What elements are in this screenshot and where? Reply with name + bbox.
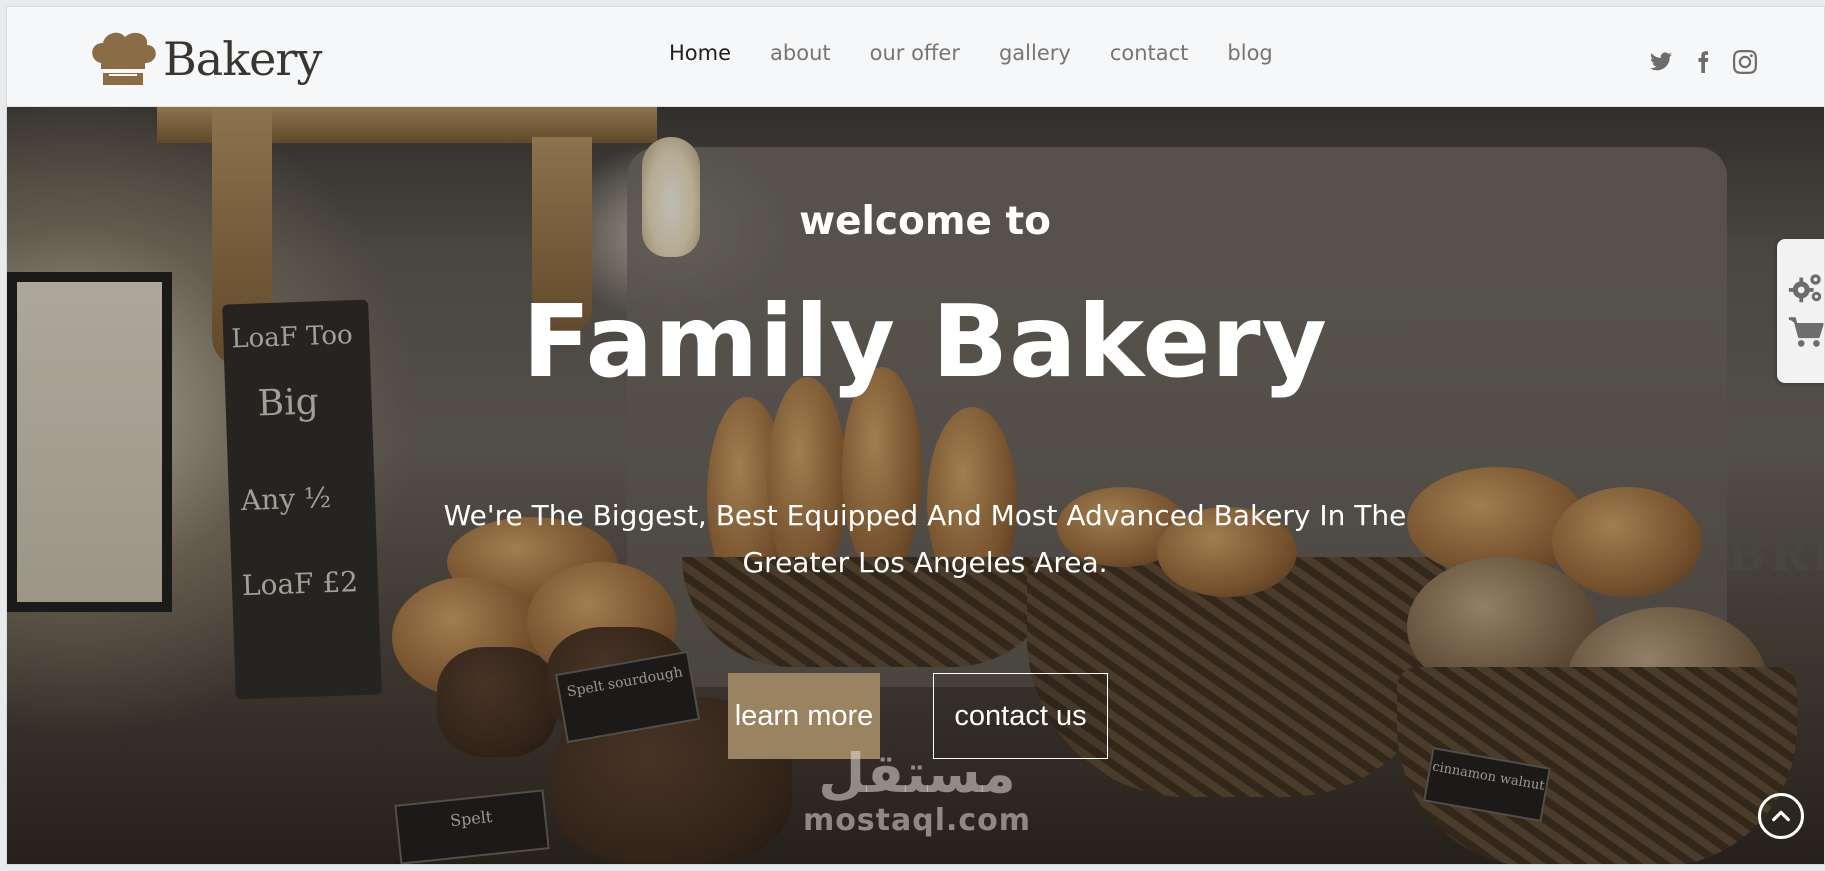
logo[interactable]: Bakery: [87, 29, 322, 89]
facebook-icon[interactable]: [1691, 50, 1715, 74]
nav-gallery[interactable]: gallery: [999, 41, 1071, 65]
mostaql-watermark: مستقل mostaql.com: [802, 745, 1032, 839]
site-header: Bakery Home about our offer gallery cont…: [7, 7, 1824, 107]
hero-subtitle: We're The Biggest, Best Equipped And Mos…: [443, 499, 1407, 579]
chef-hat-icon: [92, 32, 156, 85]
twitter-icon[interactable]: [1649, 50, 1673, 74]
watermark-latin: mostaql.com: [802, 803, 1032, 838]
shopping-cart-icon[interactable]: [1787, 315, 1825, 349]
nav-blog[interactable]: blog: [1227, 41, 1272, 65]
nav-contact[interactable]: contact: [1110, 41, 1189, 65]
brand-name: Bakery: [163, 32, 322, 86]
scroll-to-top-button[interactable]: [1758, 793, 1804, 839]
hero-title: Family Bakery: [522, 283, 1328, 400]
browser-viewport: Bakery Home about our offer gallery cont…: [6, 6, 1825, 865]
nav-about[interactable]: about: [770, 41, 831, 65]
watermark-arabic: مستقل: [818, 742, 1016, 805]
nav-our-offer[interactable]: our offer: [870, 41, 960, 65]
social-links: [1649, 50, 1757, 74]
hero-welcome: welcome to: [799, 199, 1051, 244]
chevron-up-icon: [1772, 810, 1790, 822]
main-nav: Home about our offer gallery contact blo…: [669, 41, 1273, 65]
instagram-icon[interactable]: [1733, 50, 1757, 74]
nav-home[interactable]: Home: [669, 41, 731, 65]
settings-gears-icon[interactable]: [1787, 269, 1825, 307]
side-tools-panel: [1777, 239, 1825, 383]
hero-section: LoaF Too Big Any ½ LoaF £2 Spelt sourdou…: [7, 107, 1824, 864]
